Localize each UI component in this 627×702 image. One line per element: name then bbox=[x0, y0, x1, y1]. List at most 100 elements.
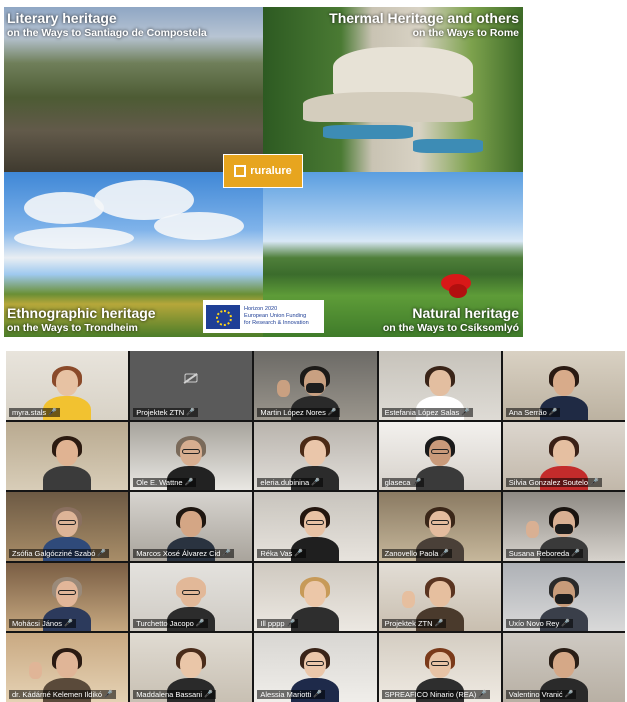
participant-tile[interactable]: Turchetto Jacopo 🎤 bbox=[130, 562, 253, 632]
microphone-icon: 🎤 bbox=[222, 549, 232, 557]
quad-title: Literary heritage bbox=[7, 10, 117, 26]
participant-tile[interactable]: glaseca 🎤 bbox=[378, 421, 501, 491]
microphone-icon: 🎤 bbox=[195, 620, 205, 628]
participant-name: Ana Serrão bbox=[508, 407, 547, 417]
participant-tile[interactable]: Uxío Novo Rey 🎤 bbox=[502, 562, 625, 632]
microphone-icon: 🎤 bbox=[48, 408, 57, 416]
participant-tile[interactable]: Maddalena Bassani 🎤 bbox=[130, 633, 253, 702]
microphone-icon: 🎤 bbox=[478, 690, 487, 698]
participant-tile[interactable]: Ill pppp 🎤 bbox=[254, 562, 377, 632]
video-off-icon bbox=[184, 373, 198, 383]
microphone-icon: 🎤 bbox=[286, 620, 296, 628]
quad-subtitle: on the Ways to Csíksomlyó bbox=[382, 322, 519, 334]
microphone-icon: 🎤 bbox=[548, 408, 558, 416]
participant-name-label: Marcos Xosé Álvarez Cid 🎤 bbox=[133, 548, 235, 558]
participant-tile[interactable]: Marcos Xosé Álvarez Cid 🎤 bbox=[130, 492, 253, 561]
ruralure-logo: ruralure bbox=[223, 154, 303, 188]
participant-tile[interactable]: Estefania López Salas 🎤 bbox=[378, 351, 501, 420]
participant-name-label: dr. Kádárné Kelemen Ildikó 🎤 bbox=[9, 689, 116, 699]
microphone-icon: 🎤 bbox=[204, 690, 213, 698]
participant-name-label: Alessia Mariotti 🎤 bbox=[257, 689, 325, 699]
quad-subtitle: on the Ways to Santiago de Compostela bbox=[7, 27, 207, 39]
quad-title: Ethnographic heritage bbox=[7, 305, 156, 321]
participant-tile[interactable]: Projektek ZTN 🎤 bbox=[130, 351, 253, 420]
microphone-icon: 🎤 bbox=[434, 620, 444, 628]
participant-tile[interactable]: SPREAFICO Ninario (REA) 🎤 bbox=[378, 633, 501, 702]
participant-name: Zsófia Galgócziné Szabó bbox=[12, 548, 96, 558]
microphone-icon: 🎤 bbox=[104, 690, 113, 698]
participant-name: Projektek ZTN bbox=[384, 619, 433, 629]
participant-name-label: Ill pppp 🎤 bbox=[257, 619, 299, 629]
quad-title: Natural heritage bbox=[412, 305, 519, 321]
participant-name: dr. Kádárné Kelemen Ildikó bbox=[12, 689, 103, 699]
participant-tile[interactable]: Valentino Vranić 🎤 bbox=[502, 633, 625, 702]
participant-name-label: SPREAFICO Ninario (REA) 🎤 bbox=[381, 689, 490, 699]
participant-tile[interactable]: Susana Reboreda 🎤 bbox=[502, 492, 625, 561]
eu-flag-icon bbox=[206, 304, 240, 329]
microphone-icon: 🎤 bbox=[313, 690, 322, 698]
video-call-gallery: myra.stals 🎤 Projektek ZTN 🎤 Martin López No… bbox=[6, 351, 625, 702]
participant-tile[interactable]: Ana Serrão 🎤 bbox=[502, 351, 625, 420]
participant-name: Ole E. Wattne bbox=[136, 478, 183, 488]
participant-tile[interactable]: Martin López Nores 🎤 bbox=[254, 351, 377, 420]
participant-name: Zanovello Paola bbox=[384, 548, 439, 558]
microphone-icon: 🎤 bbox=[461, 408, 470, 416]
participant-tile[interactable]: Mohácsi János 🎤 bbox=[6, 562, 129, 632]
participant-tile[interactable]: Ole E. Wattne 🎤 bbox=[130, 421, 253, 491]
logo-mark-icon bbox=[234, 165, 247, 177]
heritage-banner: Literary heritage on the Ways to Santiag… bbox=[4, 7, 523, 337]
participant-name-label: Susana Reboreda 🎤 bbox=[505, 548, 583, 558]
participant-tile[interactable]: Zanovello Paola 🎤 bbox=[378, 492, 501, 561]
microphone-icon: 🎤 bbox=[64, 620, 73, 628]
participant-name-label: Projektek ZTN 🎤 bbox=[133, 407, 198, 417]
participant-name-label: Silvia Gonzalez Soutelo 🎤 bbox=[505, 478, 602, 488]
funding-line: for Research & Innovation bbox=[244, 320, 309, 326]
microphone-icon: 🎤 bbox=[311, 479, 320, 487]
participant-name-label: Uxío Novo Rey 🎤 bbox=[505, 619, 573, 629]
participant-name: Projektek ZTN bbox=[136, 407, 185, 417]
participant-tile[interactable]: Zsófia Galgócziné Szabó 🎤 bbox=[6, 492, 129, 561]
quad-title: Thermal Heritage and others bbox=[329, 10, 519, 26]
participant-tile[interactable]: myra.stals 🎤 bbox=[6, 351, 129, 420]
literary-heritage-photo: Literary heritage on the Ways to Santiag… bbox=[4, 7, 263, 172]
participant-name: Mohácsi János bbox=[12, 619, 63, 629]
participant-tile[interactable]: Silvia Gonzalez Soutelo 🎤 bbox=[502, 421, 625, 491]
participant-name-label: Turchetto Jacopo 🎤 bbox=[133, 619, 208, 629]
microphone-icon: 🎤 bbox=[294, 549, 304, 557]
microphone-icon: 🎤 bbox=[327, 408, 337, 416]
participant-tile[interactable]: Alessia Mariotti 🎤 bbox=[254, 633, 377, 702]
participant-name: Valentino Vranić bbox=[508, 689, 563, 699]
participant-tile[interactable]: dr. Kádárné Kelemen Ildikó 🎤 bbox=[6, 633, 129, 702]
participant-name: Alessia Mariotti bbox=[260, 689, 312, 699]
participant-name: Marcos Xosé Álvarez Cid bbox=[136, 548, 221, 558]
eu-funding-badge: Horizon 2020 European Union Funding for … bbox=[203, 300, 324, 333]
participant-name-label: glaseca 🎤 bbox=[381, 478, 425, 488]
participant-name: Silvia Gonzalez Soutelo bbox=[508, 478, 589, 488]
participant-name: Turchetto Jacopo bbox=[136, 619, 194, 629]
logo-text: ruralure bbox=[250, 165, 292, 177]
microphone-icon: 🎤 bbox=[590, 479, 599, 487]
participant-name-label: Valentino Vranić 🎤 bbox=[505, 689, 577, 699]
microphone-icon: 🎤 bbox=[412, 479, 422, 487]
participant-name-label: Mohácsi János 🎤 bbox=[9, 619, 76, 629]
participant-tile[interactable]: eleria.dubinina 🎤 bbox=[254, 421, 377, 491]
participant-name: Susana Reboreda bbox=[508, 548, 570, 558]
participant-name: myra.stals bbox=[12, 407, 47, 417]
microphone-icon: 🎤 bbox=[440, 549, 450, 557]
participant-name-label: eleria.dubinina 🎤 bbox=[257, 478, 323, 488]
participant-name-label: Zanovello Paola 🎤 bbox=[381, 548, 453, 558]
participant-name-label: Réka Vas 🎤 bbox=[257, 548, 307, 558]
participant-tile[interactable]: Réka Vas 🎤 bbox=[254, 492, 377, 561]
participant-name: Réka Vas bbox=[260, 548, 293, 558]
microphone-icon: 🎤 bbox=[571, 549, 580, 557]
quad-subtitle: on the Ways to Trondheim bbox=[7, 322, 138, 334]
participant-name-label: Martin López Nores 🎤 bbox=[257, 407, 340, 417]
participant-tile[interactable] bbox=[6, 421, 129, 491]
participant-name: Maddalena Bassani bbox=[136, 689, 203, 699]
participant-tile[interactable]: Projektek ZTN 🎤 bbox=[378, 562, 501, 632]
participant-name-label: Estefania López Salas 🎤 bbox=[381, 407, 473, 417]
participant-name: Ill pppp bbox=[260, 619, 285, 629]
microphone-icon: 🎤 bbox=[561, 620, 570, 628]
participant-name-label: Ana Serrão 🎤 bbox=[505, 407, 561, 417]
microphone-icon: 🎤 bbox=[564, 690, 574, 698]
